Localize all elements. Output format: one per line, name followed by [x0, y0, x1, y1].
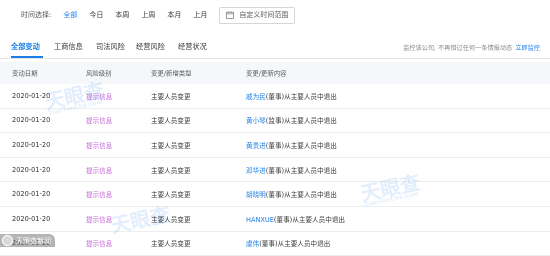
monitor-hint: 监控该公司, 不再错过任何一条情报动态 立即监控	[403, 43, 540, 52]
filter-option-last-month[interactable]: 上月	[193, 10, 207, 20]
table-row: 2020-01-20 提示信息 主要人员变更 戚为民(董事)从主要人员中退出	[0, 84, 550, 109]
header-risk-level: 风险级别	[86, 69, 112, 78]
filter-option-this-month[interactable]: 本月	[167, 10, 181, 20]
row-content: (董事)从主要人员中退出	[265, 92, 337, 101]
custom-range-label: 自定义时间范围	[239, 11, 289, 19]
table-header: 变动日期 风险级别 变更/新增类型 变更/更新内容	[0, 62, 550, 84]
row-person-link[interactable]: 戚为民	[246, 93, 266, 101]
tab-all-changes[interactable]: 全部变动	[11, 42, 40, 52]
row-person-link[interactable]: 黄小琴	[246, 117, 266, 125]
filter-option-this-week[interactable]: 本周	[115, 10, 129, 20]
row-content: (董事)从主要人员中退出	[273, 215, 346, 224]
filter-option-today[interactable]: 今日	[89, 10, 103, 20]
row-person-link[interactable]: 邓华进	[246, 167, 266, 175]
tab-business-info[interactable]: 工商信息	[54, 42, 83, 52]
row-person-link[interactable]: 黄贵进	[246, 142, 266, 150]
time-filter-label: 时间选择:	[21, 11, 52, 19]
active-tab-indicator	[11, 56, 43, 58]
table-row: 2020-01-20 提示信息 主要人员变更 HANXUE(董事)从主要人员中退…	[0, 207, 550, 232]
row-risk: 提示信息	[86, 191, 113, 200]
table-row: 2020-01-20 提示信息 主要人员变更 虞伟(董事)从主要人员中退出	[0, 232, 550, 256]
row-person-link[interactable]: HANXUE	[246, 216, 274, 224]
row-risk: 提示信息	[86, 92, 113, 101]
time-filter-options: 全部 今日 本周 上周 本月 上月	[63, 10, 219, 20]
row-content: (监事)从主要人员中退出	[265, 117, 337, 126]
row-type: 主要人员变更	[151, 191, 191, 200]
row-type: 主要人员变更	[151, 92, 191, 101]
time-filter-bar: 时间选择: 全部 今日 本周 上周 本月 上月 自定义时间范围	[0, 0, 550, 30]
tabs-bar: 全部变动 工商信息 司法风险 经营风险 经营状况 监控该公司, 不再错过任何一条…	[0, 38, 550, 59]
row-date: 2020-01-20	[12, 116, 51, 125]
footer-watermark: 天眼查新闻	[0, 234, 55, 247]
row-risk: 提示信息	[86, 215, 113, 224]
tab-operating-status[interactable]: 经营状况	[178, 42, 207, 52]
row-person-link[interactable]: 胡晓明	[246, 191, 266, 199]
row-date: 2020-01-20	[12, 165, 51, 174]
row-content: (董事)从主要人员中退出	[265, 166, 337, 175]
row-risk: 提示信息	[86, 141, 113, 150]
header-change-content: 变更/更新内容	[246, 69, 287, 78]
tab-operating-risk[interactable]: 经营风险	[136, 42, 165, 52]
row-date: 2020-01-20	[12, 214, 51, 223]
header-change-type: 变更/新增类型	[151, 69, 192, 78]
row-type: 主要人员变更	[151, 141, 191, 150]
filter-option-last-week[interactable]: 上周	[141, 10, 155, 20]
calendar-icon	[226, 11, 235, 19]
row-date: 2020-01-20	[12, 140, 51, 149]
custom-range-button[interactable]: 自定义时间范围	[219, 6, 296, 24]
row-date: 2020-01-20	[12, 190, 51, 199]
tab-judicial-risk[interactable]: 司法风险	[96, 42, 125, 52]
logo-badge-icon	[2, 235, 13, 246]
monitor-hint-text: 监控该公司, 不再错过任何一条情报动态	[403, 45, 513, 52]
table-row: 2020-01-20 提示信息 主要人员变更 黄贵进(董事)从主要人员中退出	[0, 133, 550, 158]
filter-option-all[interactable]: 全部	[63, 10, 77, 20]
footer-watermark-text: 天眼查新闻	[16, 236, 51, 245]
row-type: 主要人员变更	[151, 117, 191, 126]
row-content: (董事)从主要人员中退出	[265, 141, 337, 150]
row-type: 主要人员变更	[151, 215, 191, 224]
table-row: 2020-01-20 提示信息 主要人员变更 邓华进(董事)从主要人员中退出	[0, 158, 550, 183]
row-date: 2020-01-20	[12, 91, 51, 100]
row-content: (董事)从主要人员中退出	[259, 240, 331, 249]
row-risk: 提示信息	[86, 166, 113, 175]
header-change-date: 变动日期	[12, 69, 38, 78]
changes-table: 变动日期 风险级别 变更/新增类型 变更/更新内容 2020-01-20 提示信…	[0, 62, 550, 256]
row-content: (董事)从主要人员中退出	[265, 191, 337, 200]
row-person-link[interactable]: 虞伟	[246, 240, 259, 248]
row-risk: 提示信息	[86, 117, 113, 126]
row-type: 主要人员变更	[151, 166, 191, 175]
monitor-now-link[interactable]: 立即监控	[515, 45, 540, 52]
table-row: 2020-01-20 提示信息 主要人员变更 胡晓明(董事)从主要人员中退出	[0, 182, 550, 207]
table-row: 2020-01-20 提示信息 主要人员变更 黄小琴(监事)从主要人员中退出	[0, 109, 550, 134]
